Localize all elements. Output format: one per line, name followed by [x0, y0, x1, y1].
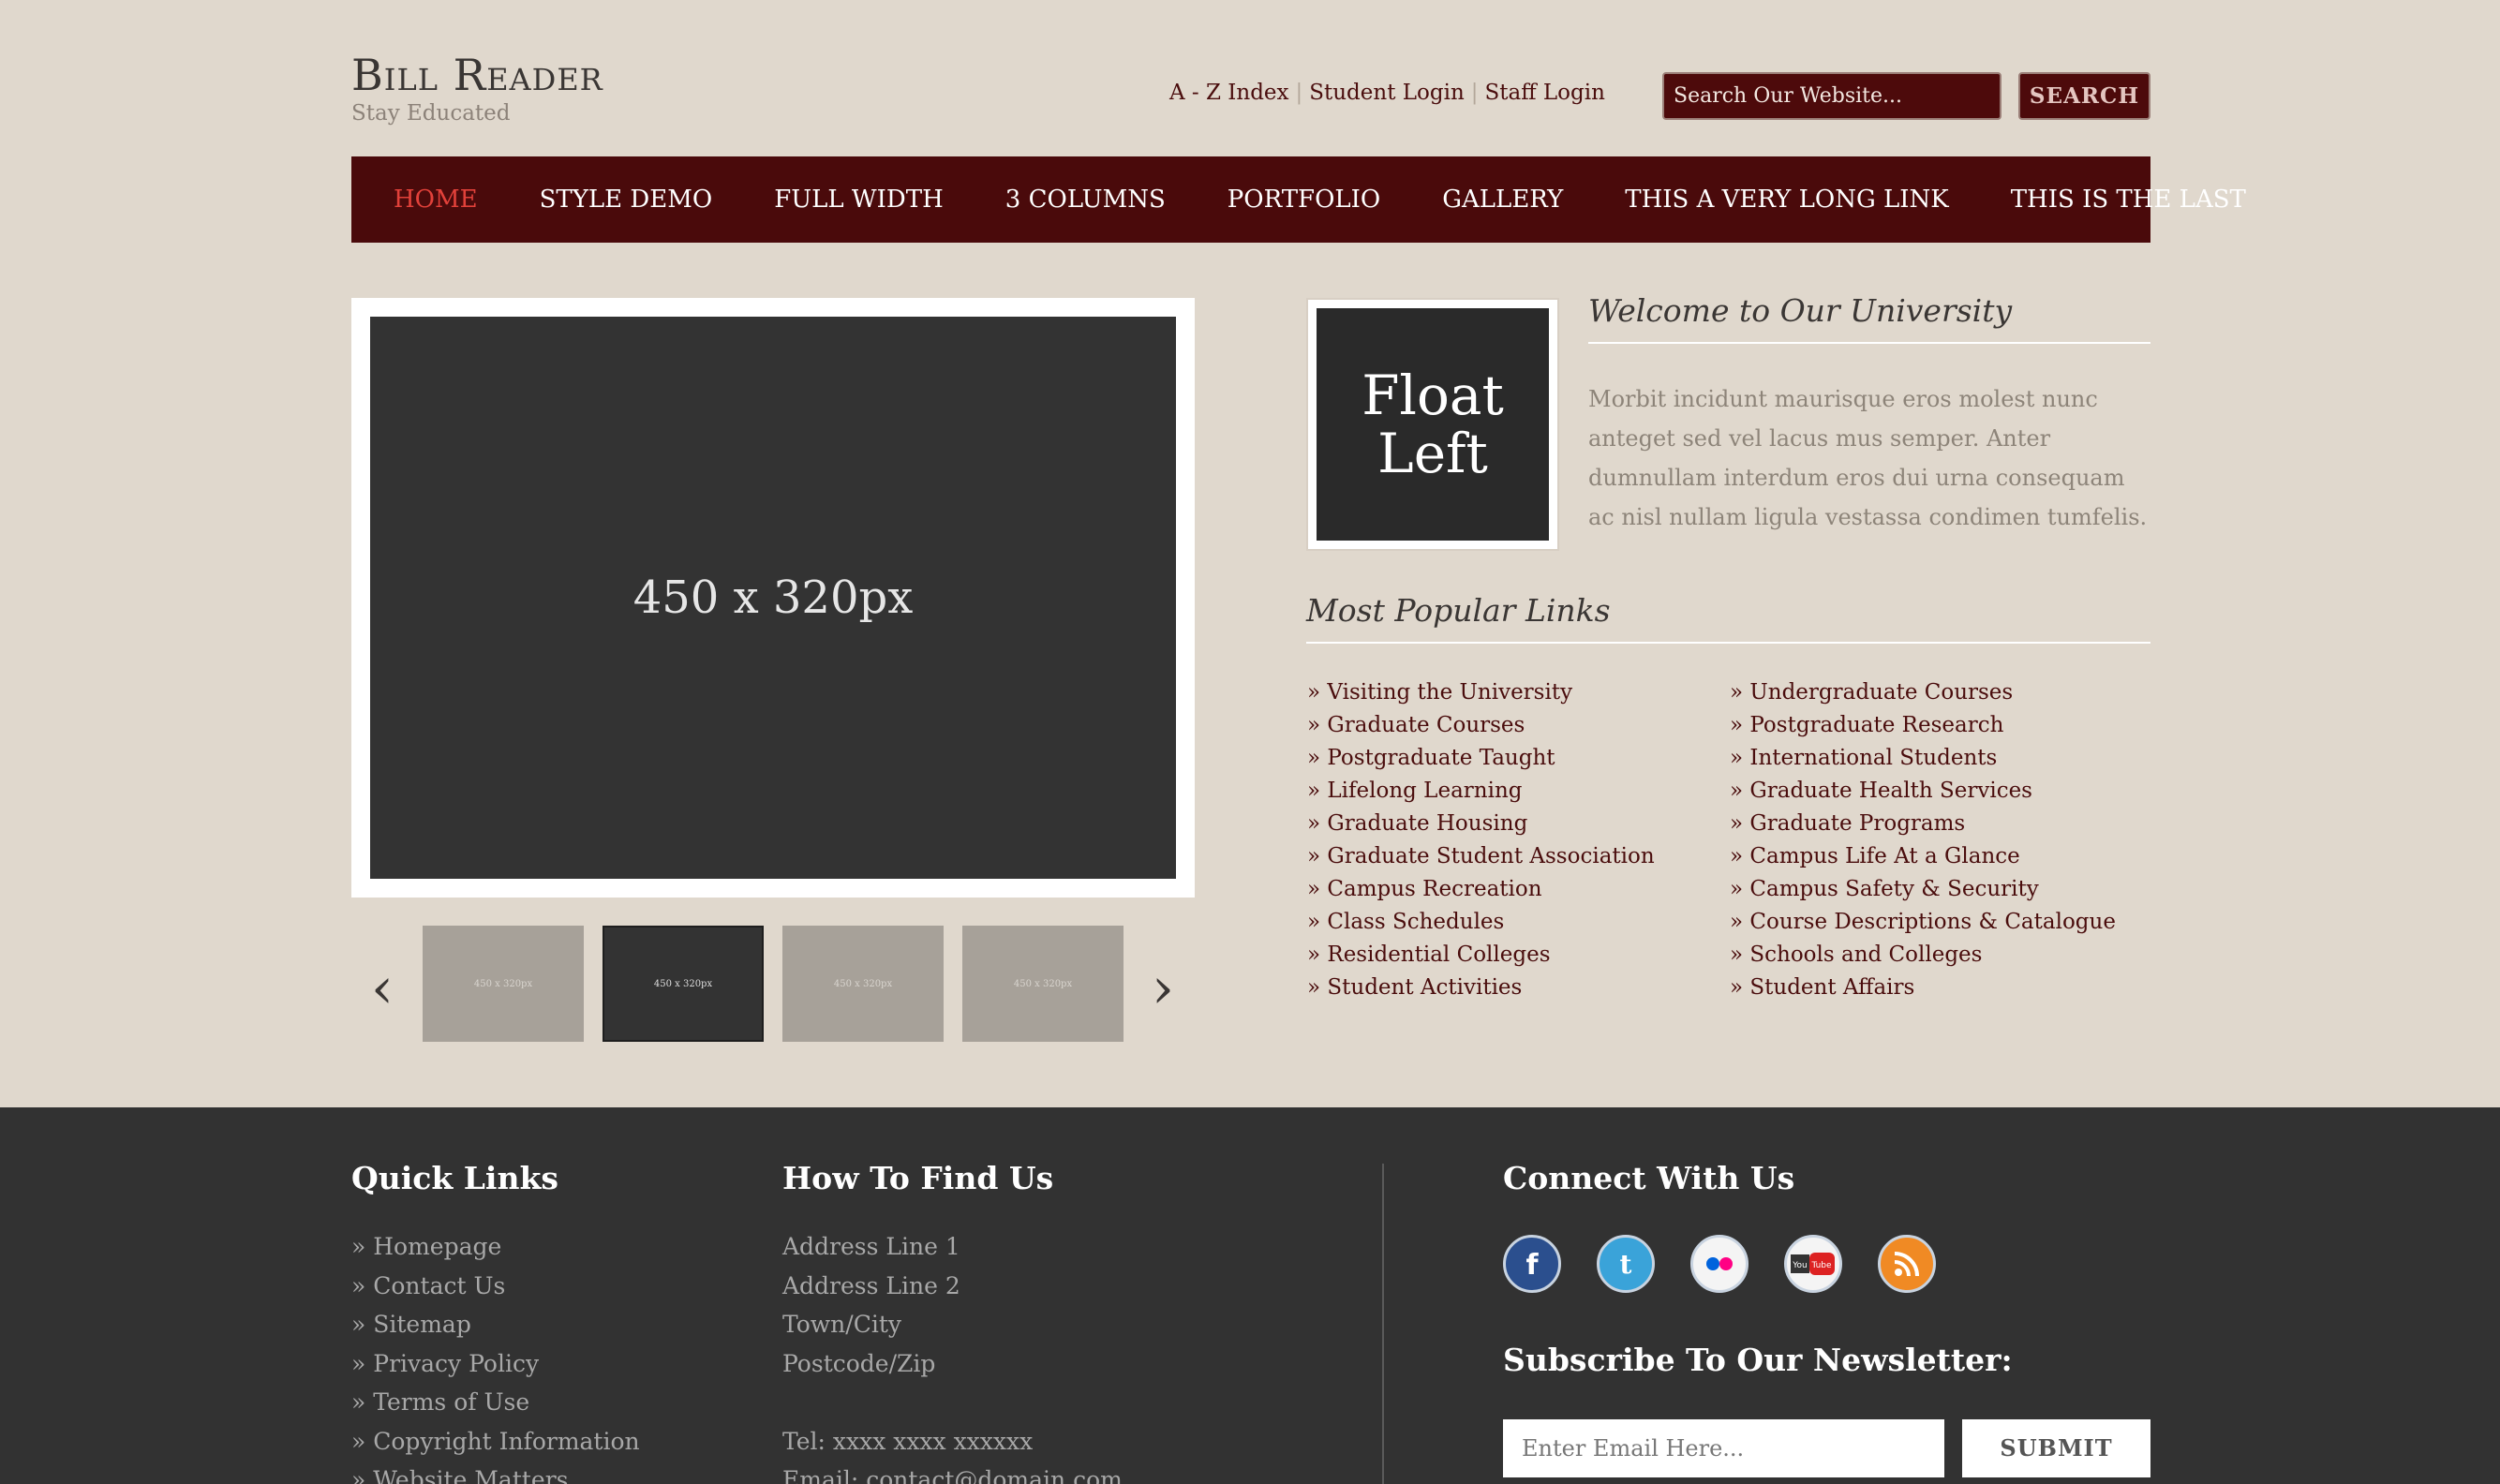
list-item[interactable]: » Class Schedules	[1307, 906, 1655, 939]
list-item[interactable]: » Graduate Health Services	[1730, 775, 2116, 808]
flickr-icon[interactable]	[1690, 1235, 1749, 1293]
youtube-icon[interactable]: You Tube	[1784, 1235, 1842, 1293]
float-left-label-line2: Left	[1377, 422, 1488, 485]
welcome-heading: Welcome to Our University	[1588, 292, 2150, 344]
list-item[interactable]: » Student Activities	[1307, 972, 1655, 1004]
site-title[interactable]: Bill Reader	[351, 49, 603, 101]
slider-frame: 450 x 320px	[351, 298, 1195, 898]
town-city: Town/City	[782, 1311, 902, 1338]
list-item[interactable]: » Graduate Housing	[1307, 808, 1655, 840]
nav-item-long-link[interactable]: THIS A VERY LONG LINK	[1625, 186, 1948, 214]
footer-link-contact[interactable]: » Contact Us	[351, 1267, 640, 1306]
spacer	[782, 1383, 1123, 1422]
newsletter-heading: Subscribe To Our Newsletter:	[1503, 1342, 2013, 1378]
separator: |	[1295, 81, 1303, 105]
footer-link-homepage[interactable]: » Homepage	[351, 1227, 640, 1267]
nav-item-style-demo[interactable]: STYLE DEMO	[540, 186, 713, 214]
list-item[interactable]: » Student Affairs	[1730, 972, 2116, 1004]
search-input[interactable]: Search Our Website...	[1662, 72, 2001, 120]
list-item[interactable]: » Undergraduate Courses	[1730, 676, 2116, 709]
newsletter-submit-button[interactable]: SUBMIT	[1962, 1419, 2150, 1477]
footer-link-terms[interactable]: » Terms of Use	[351, 1383, 640, 1422]
staff-login-link[interactable]: Staff Login	[1485, 81, 1605, 105]
list-item[interactable]: » Lifelong Learning	[1307, 775, 1655, 808]
popular-links-left: » Visiting the University » Graduate Cou…	[1307, 676, 1655, 1004]
top-links: A - Z Index | Student Login | Staff Login	[1169, 81, 1605, 105]
welcome-paragraph: Morbit incidunt maurisque eros molest nu…	[1588, 386, 2148, 530]
list-item[interactable]: » Visiting the University	[1307, 676, 1655, 709]
nav-item-last[interactable]: THIS IS THE LAST	[2011, 186, 2246, 214]
slider-thumb[interactable]: 450 x 320px	[782, 926, 944, 1042]
footer-divider	[1382, 1164, 1384, 1484]
svg-text:f: f	[1525, 1249, 1539, 1282]
email-address[interactable]: Email: contact@domain.com	[782, 1461, 1123, 1484]
list-item[interactable]: » Graduate Programs	[1730, 808, 2116, 840]
list-item[interactable]: » Graduate Student Association	[1307, 840, 1655, 873]
float-left-label-line1: Float	[1362, 364, 1504, 427]
quick-links-list: » Homepage » Contact Us » Sitemap » Priv…	[351, 1227, 640, 1484]
rss-icon[interactable]	[1878, 1235, 1936, 1293]
slider-main-image: 450 x 320px	[370, 317, 1176, 879]
telephone: Tel: xxxx xxxx xxxxxx	[782, 1427, 1034, 1455]
nav-item-portfolio[interactable]: PORTFOLIO	[1228, 186, 1380, 214]
list-item[interactable]: » Postgraduate Research	[1730, 709, 2116, 742]
list-item[interactable]: » Graduate Courses	[1307, 709, 1655, 742]
list-item[interactable]: » Campus Recreation	[1307, 873, 1655, 906]
float-left-image: Float Left	[1317, 308, 1549, 541]
list-item[interactable]: » Postgraduate Taught	[1307, 742, 1655, 775]
student-login-link[interactable]: Student Login	[1309, 81, 1465, 105]
nav-item-gallery[interactable]: GALLERY	[1442, 186, 1563, 214]
footer-link-website-matters[interactable]: » Website Matters	[351, 1461, 640, 1484]
slider-prev-arrow[interactable]: ‹	[364, 956, 401, 1021]
popular-links-heading: Most Popular Links	[1306, 592, 2150, 644]
site-logo[interactable]: Bill Reader Stay Educated	[351, 49, 603, 126]
address-line-2: Address Line 2	[782, 1271, 960, 1299]
list-item[interactable]: » Schools and Colleges	[1730, 939, 2116, 972]
slider-thumb-active[interactable]: 450 x 320px	[603, 926, 764, 1042]
nav-item-full-width[interactable]: FULL WIDTH	[774, 186, 944, 214]
svg-text:Tube: Tube	[1810, 1261, 1832, 1270]
find-us-heading: How To Find Us	[782, 1160, 1054, 1196]
address-line-1: Address Line 1	[782, 1233, 960, 1260]
postcode: Postcode/Zip	[782, 1349, 936, 1377]
slider-next-arrow[interactable]: ›	[1144, 956, 1182, 1021]
newsletter-email-input[interactable]: Enter Email Here...	[1503, 1419, 1944, 1477]
quick-links-heading: Quick Links	[351, 1160, 558, 1196]
svg-text:You: You	[1792, 1261, 1808, 1270]
nav-item-home[interactable]: HOME	[394, 186, 478, 214]
connect-heading: Connect With Us	[1503, 1160, 1795, 1196]
footer-link-sitemap[interactable]: » Sitemap	[351, 1305, 640, 1344]
list-item[interactable]: » International Students	[1730, 742, 2116, 775]
facebook-icon[interactable]: f	[1503, 1235, 1561, 1293]
svg-text:t: t	[1620, 1249, 1632, 1280]
main-nav: HOME STYLE DEMO FULL WIDTH 3 COLUMNS POR…	[351, 156, 2246, 243]
footer-link-copyright[interactable]: » Copyright Information	[351, 1422, 640, 1462]
slider-thumb[interactable]: 450 x 320px	[962, 926, 1124, 1042]
find-us-list: Address Line 1 Address Line 2 Town/City …	[782, 1227, 1123, 1484]
nav-item-3-columns[interactable]: 3 COLUMNS	[1005, 186, 1166, 214]
list-item[interactable]: » Campus Safety & Security	[1730, 873, 2116, 906]
footer-link-privacy[interactable]: » Privacy Policy	[351, 1344, 640, 1384]
list-item[interactable]: » Course Descriptions & Catalogue	[1730, 906, 2116, 939]
float-left-image-frame: Float Left	[1306, 298, 1559, 551]
separator: |	[1470, 81, 1479, 105]
list-item[interactable]: » Campus Life At a Glance	[1730, 840, 2116, 873]
twitter-icon[interactable]: t	[1597, 1235, 1655, 1293]
az-index-link[interactable]: A - Z Index	[1169, 81, 1289, 105]
site-tagline: Stay Educated	[351, 101, 511, 126]
search-button[interactable]: SEARCH	[2018, 72, 2150, 120]
list-item[interactable]: » Residential Colleges	[1307, 939, 1655, 972]
popular-links-right: » Undergraduate Courses » Postgraduate R…	[1730, 676, 2116, 1004]
slider-thumb[interactable]: 450 x 320px	[423, 926, 584, 1042]
